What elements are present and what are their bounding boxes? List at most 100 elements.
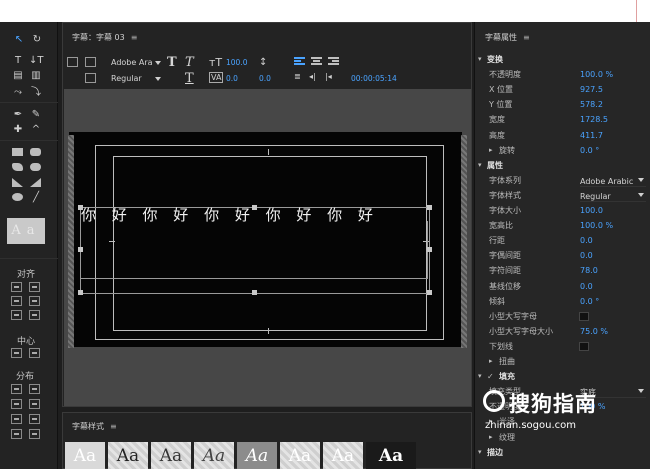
resize-handle-br[interactable]	[427, 290, 432, 295]
property-value[interactable]: 78.0	[580, 263, 598, 278]
align-center-text-icon[interactable]	[311, 57, 322, 67]
align-hcenter-icon[interactable]	[11, 296, 22, 306]
font-size-value[interactable]: 100.0	[226, 58, 247, 67]
new-title-icon[interactable]	[67, 57, 78, 67]
distribute-v-even-icon[interactable]	[29, 429, 40, 439]
align-top-icon[interactable]	[29, 282, 40, 292]
kerning-value[interactable]: 0.0	[226, 74, 238, 83]
style-swatch[interactable]: Aa	[237, 442, 277, 469]
align-bottom-icon[interactable]	[29, 310, 40, 320]
canvas-scroll-left[interactable]	[68, 135, 74, 348]
property-value[interactable]: 0.0	[580, 248, 593, 263]
align-vcenter-icon[interactable]	[29, 296, 40, 306]
timecode[interactable]: 00:00:05:14	[351, 74, 397, 83]
ellipse-tool-icon[interactable]	[12, 193, 23, 201]
style-swatch[interactable]: Aa	[366, 442, 416, 469]
word-wrap-icon[interactable]: ≣	[294, 72, 301, 81]
resize-handle-b[interactable]	[252, 290, 257, 295]
type-tool-icon[interactable]: T	[11, 54, 25, 67]
property-row[interactable]: 行距 0.0	[475, 233, 650, 248]
property-row[interactable]: 字偶间距 0.0	[475, 248, 650, 263]
expand-icon[interactable]: ▸	[489, 430, 493, 445]
panel-menu-icon[interactable]: ≡	[131, 33, 138, 42]
property-row[interactable]: ▸ 扭曲	[475, 354, 650, 369]
resize-handle-bl[interactable]	[78, 290, 83, 295]
property-value[interactable]: 927.5	[580, 82, 603, 97]
distribute-vcenter-icon[interactable]	[29, 399, 40, 409]
property-value[interactable]: 0.0 °	[580, 143, 599, 158]
collapse-icon[interactable]: ▾	[478, 445, 482, 460]
style-swatch[interactable]: Aa	[280, 442, 320, 469]
property-value[interactable]: 0.0	[580, 279, 593, 294]
distribute-hcenter-icon[interactable]	[11, 399, 22, 409]
roll-crawl-options-icon[interactable]	[85, 57, 96, 67]
font-style-dropdown[interactable]: Regular	[111, 74, 161, 86]
style-swatch[interactable]: Aa	[65, 442, 105, 469]
add-anchor-tool-icon[interactable]: ✚	[11, 123, 25, 136]
collapse-icon[interactable]: ▾	[478, 369, 482, 384]
property-row[interactable]: 倾斜 0.0 °	[475, 294, 650, 309]
distribute-right-icon[interactable]	[11, 414, 22, 424]
collapse-icon[interactable]: ▾	[478, 52, 482, 67]
align-right-text-icon[interactable]	[328, 57, 339, 67]
property-row[interactable]: ▾ 属性	[475, 158, 650, 173]
resize-handle-tr[interactable]	[427, 205, 432, 210]
align-right-icon[interactable]	[11, 310, 22, 320]
style-swatch[interactable]: Aa	[108, 442, 148, 469]
property-checkbox[interactable]	[579, 341, 589, 351]
panel-menu-icon[interactable]: ≡	[110, 422, 117, 431]
line-tool-icon[interactable]: ╱	[29, 191, 43, 204]
property-value[interactable]: 100.0 %	[580, 218, 613, 233]
property-value[interactable]: 411.7	[580, 128, 603, 143]
property-row[interactable]: 小型大写字母大小 75.0 %	[475, 324, 650, 339]
style-swatch[interactable]: Aa	[151, 442, 191, 469]
property-row[interactable]: 下划线	[475, 339, 650, 354]
panel-menu-icon[interactable]: ≡	[523, 33, 530, 42]
leading-value[interactable]: 0.0	[259, 74, 271, 83]
align-left-icon[interactable]	[11, 282, 22, 292]
arc-tool-icon[interactable]	[30, 178, 41, 187]
clipped-rect-tool-icon[interactable]	[12, 163, 23, 171]
vertical-path-type-tool-icon[interactable]: ⤵	[29, 86, 43, 99]
pen-tool-icon[interactable]: ✒	[11, 108, 25, 121]
convert-anchor-tool-icon[interactable]: ^	[29, 123, 43, 136]
wedge-tool-icon[interactable]	[12, 178, 23, 187]
property-row[interactable]: 宽高比 100.0 %	[475, 218, 650, 233]
delete-anchor-tool-icon[interactable]: ✎	[29, 108, 43, 121]
expand-icon[interactable]: ▸	[489, 354, 493, 369]
property-value[interactable]: 100.0 %	[580, 67, 613, 82]
center-vertical-icon[interactable]	[29, 348, 40, 358]
property-value[interactable]: 75.0 %	[580, 324, 608, 339]
collapse-icon[interactable]: ▾	[478, 158, 482, 173]
area-type-tool-icon[interactable]: ▤	[11, 69, 25, 82]
property-dropdown[interactable]: Regular	[580, 189, 646, 202]
property-row[interactable]: 高度 411.7	[475, 128, 650, 143]
property-value[interactable]: 0.0	[580, 233, 593, 248]
property-row[interactable]: 字体系列 Adobe Arabic	[475, 173, 650, 188]
property-row[interactable]: 不透明度 100.0 %	[475, 67, 650, 82]
templates-icon[interactable]	[85, 73, 96, 83]
rounded-corner-rect-tool-icon[interactable]	[30, 163, 41, 171]
property-row[interactable]: ▾ 变换	[475, 52, 650, 67]
resize-handle-tl[interactable]	[78, 205, 83, 210]
property-row[interactable]: ▾ 描边	[475, 445, 650, 460]
resize-handle-l[interactable]	[78, 247, 83, 252]
resize-handle-r[interactable]	[427, 247, 432, 252]
property-row[interactable]: ▸ 旋转 0.0 °	[475, 143, 650, 158]
italic-button[interactable]: T	[185, 55, 194, 70]
font-family-dropdown[interactable]: Adobe Ara	[111, 58, 161, 70]
property-row[interactable]: Y 位置 578.2	[475, 97, 650, 112]
title-tab[interactable]: 字幕：字幕 03 ≡	[72, 32, 137, 43]
rectangle-tool-icon[interactable]	[12, 148, 23, 156]
fill-checkbox-icon[interactable]: ✓	[487, 369, 494, 384]
align-left-text-icon[interactable]	[294, 57, 305, 67]
property-dropdown[interactable]: Adobe Arabic	[580, 174, 646, 187]
property-row[interactable]: 字符间距 78.0	[475, 263, 650, 278]
property-row[interactable]: 基线位移 0.0	[475, 279, 650, 294]
property-row[interactable]: 字体大小 100.0	[475, 203, 650, 218]
distribute-h-even-icon[interactable]	[11, 429, 22, 439]
canvas-scroll-right[interactable]	[461, 135, 467, 348]
center-horizontal-icon[interactable]	[11, 348, 22, 358]
path-type-tool-icon[interactable]: ⤳	[11, 86, 25, 99]
bold-button[interactable]: T	[167, 55, 177, 70]
